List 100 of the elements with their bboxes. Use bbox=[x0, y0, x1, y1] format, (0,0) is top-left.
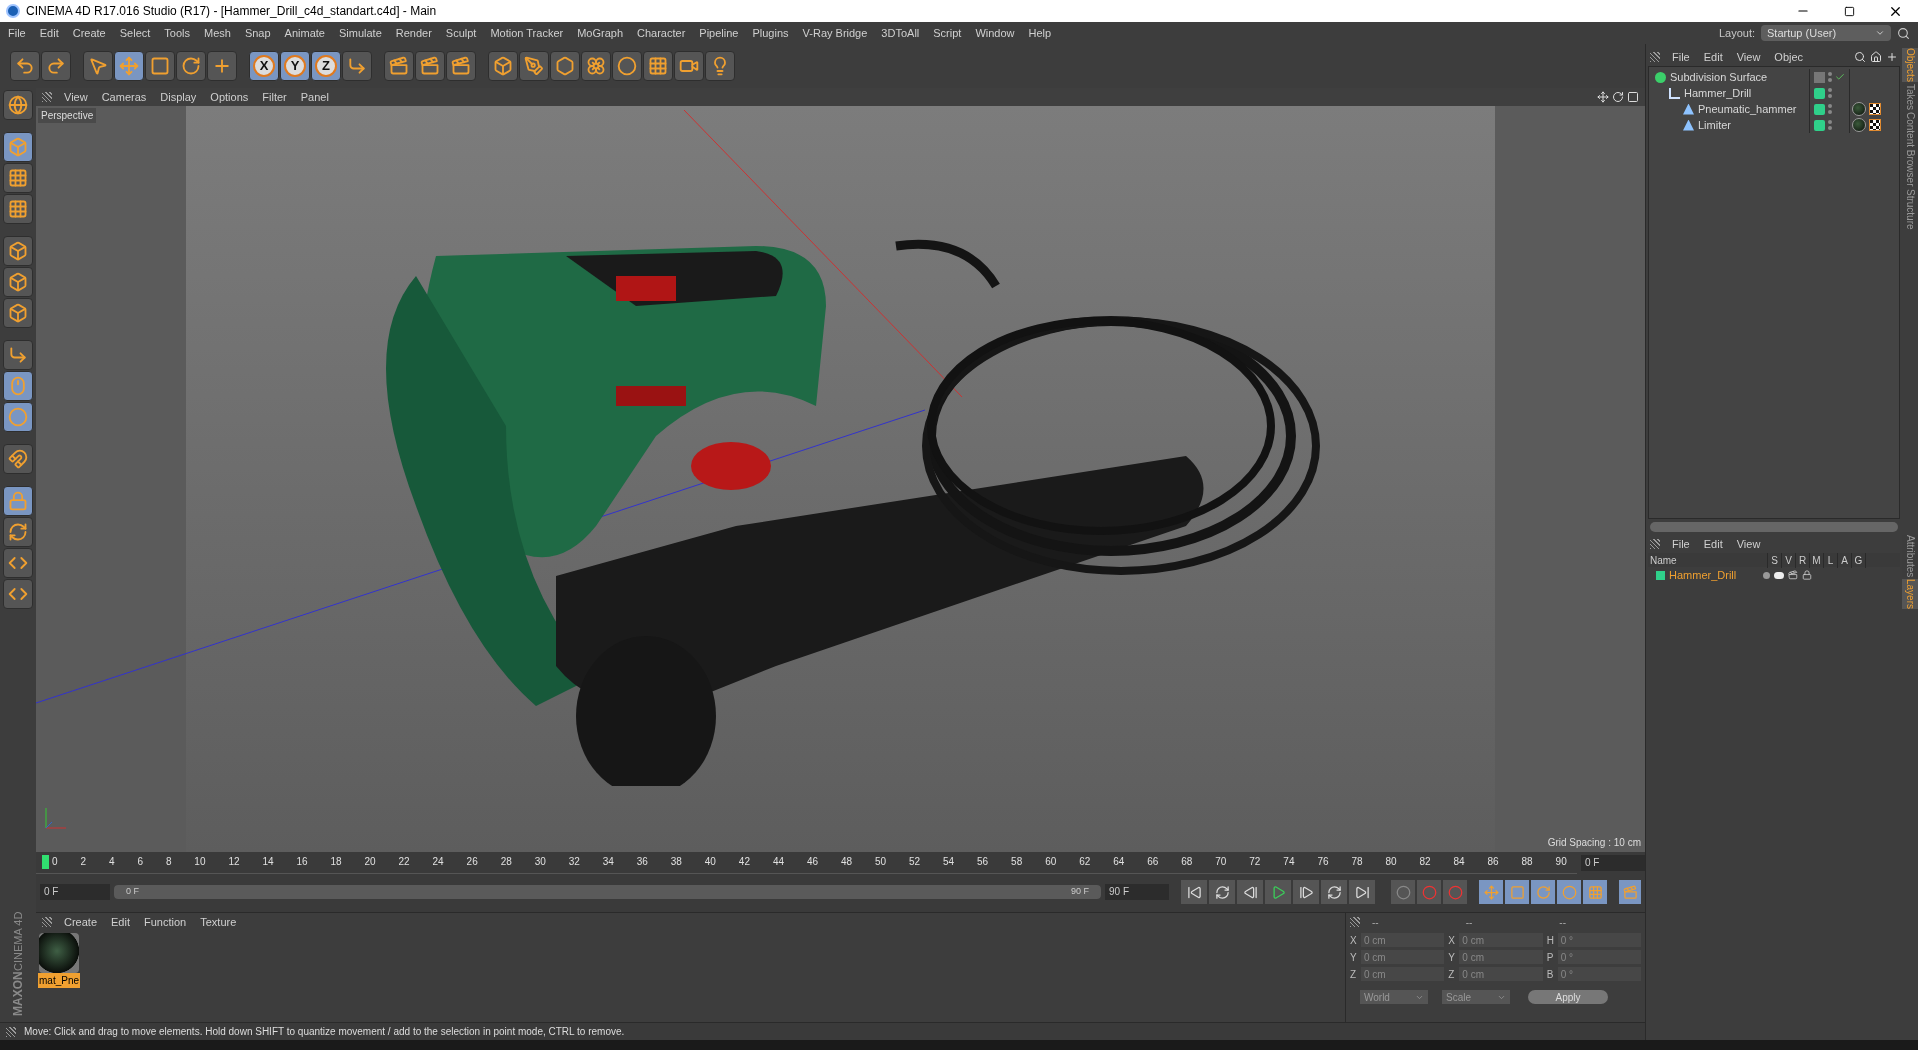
tool-button[interactable] bbox=[3, 236, 33, 266]
axis-lock-button[interactable]: Y bbox=[280, 51, 310, 81]
menu-item[interactable]: Filter bbox=[262, 88, 287, 106]
tool-button[interactable] bbox=[3, 579, 33, 609]
home-icon[interactable] bbox=[1870, 51, 1882, 63]
object-name[interactable]: Subdivision Surface bbox=[1670, 68, 1768, 86]
tool-button[interactable] bbox=[3, 90, 33, 120]
material-name[interactable]: mat_Pne bbox=[38, 973, 81, 988]
eye-icon[interactable] bbox=[1774, 571, 1784, 579]
layout-dropdown[interactable]: Startup (User) bbox=[1761, 25, 1891, 41]
menu-item[interactable]: File bbox=[1672, 535, 1690, 553]
menu-item[interactable]: View bbox=[1736, 48, 1761, 66]
panel-grip-icon[interactable] bbox=[42, 92, 52, 102]
material-preview[interactable] bbox=[39, 933, 79, 973]
column-header[interactable]: R bbox=[1796, 552, 1810, 568]
orbit-icon[interactable] bbox=[1612, 91, 1624, 103]
menu-item[interactable]: View bbox=[64, 88, 88, 106]
object-name[interactable]: Limiter bbox=[1698, 116, 1731, 134]
playback-button[interactable] bbox=[1181, 880, 1207, 904]
axis-lock-button[interactable]: Z bbox=[311, 51, 341, 81]
menu-item[interactable]: MoGraph bbox=[577, 24, 624, 42]
panel-grip-icon[interactable] bbox=[1650, 52, 1660, 62]
checker-tag-icon[interactable] bbox=[1869, 119, 1881, 131]
visibility-dots-icon[interactable] bbox=[1828, 72, 1832, 82]
tool-button[interactable] bbox=[3, 194, 33, 224]
tool-button[interactable] bbox=[550, 51, 580, 81]
menu-item[interactable]: Panel bbox=[300, 88, 329, 106]
column-header[interactable]: V bbox=[1782, 552, 1796, 568]
tool-button[interactable] bbox=[3, 402, 33, 432]
tool-button[interactable] bbox=[415, 51, 445, 81]
tool-button[interactable] bbox=[705, 51, 735, 81]
menu-item[interactable]: Render bbox=[395, 24, 432, 42]
menu-item[interactable]: Pipeline bbox=[699, 24, 739, 42]
tool-button[interactable] bbox=[3, 340, 33, 370]
tool-button[interactable] bbox=[3, 371, 33, 401]
column-header[interactable]: Name bbox=[1648, 552, 1768, 568]
panel-grip-icon[interactable] bbox=[1650, 539, 1660, 549]
tool-button[interactable] bbox=[643, 51, 673, 81]
menu-item[interactable]: Edit bbox=[1703, 48, 1723, 66]
render-clapper-icon[interactable] bbox=[1788, 570, 1798, 580]
check-icon[interactable] bbox=[1835, 72, 1845, 82]
tool-button[interactable] bbox=[342, 51, 372, 81]
menu-item[interactable]: File bbox=[1672, 48, 1690, 66]
layer-name[interactable]: Hammer_Drill bbox=[1669, 566, 1759, 584]
menu-item[interactable]: Mesh bbox=[204, 24, 231, 42]
menu-item[interactable]: Function bbox=[144, 913, 187, 931]
menu-item[interactable]: Plugins bbox=[752, 24, 789, 42]
playback-button[interactable] bbox=[1237, 880, 1263, 904]
menu-item[interactable]: Animate bbox=[284, 24, 325, 42]
playback-button[interactable] bbox=[1321, 880, 1347, 904]
start-frame-field[interactable]: 0 F bbox=[40, 884, 110, 900]
lock-icon[interactable] bbox=[1802, 570, 1812, 580]
menu-item[interactable]: Create bbox=[72, 24, 106, 42]
layer-swatch[interactable] bbox=[1814, 71, 1825, 83]
tool-button[interactable] bbox=[3, 267, 33, 297]
tool-button[interactable] bbox=[3, 298, 33, 328]
menu-item[interactable]: Simulate bbox=[338, 24, 382, 42]
menu-item[interactable]: Create bbox=[64, 913, 98, 931]
layer-color-swatch[interactable] bbox=[1814, 87, 1825, 99]
panel-grip-icon[interactable] bbox=[6, 1026, 16, 1037]
side-tab[interactable]: Layers bbox=[1902, 579, 1918, 610]
menu-item[interactable]: Motion Tracker bbox=[490, 24, 564, 42]
menu-item[interactable]: Edit bbox=[39, 24, 59, 42]
menu-item[interactable]: Select bbox=[119, 24, 151, 42]
menu-item[interactable]: Character bbox=[637, 24, 686, 42]
search-icon[interactable] bbox=[1854, 51, 1866, 63]
tool-button[interactable] bbox=[3, 163, 33, 193]
new-panel-icon[interactable] bbox=[1886, 51, 1898, 63]
side-tab[interactable]: Objects bbox=[1902, 48, 1918, 82]
menu-item[interactable]: Texture bbox=[200, 913, 237, 931]
layer-color-swatch[interactable] bbox=[1814, 103, 1825, 115]
visibility-dots-icon[interactable] bbox=[1828, 120, 1832, 130]
maximize-view-icon[interactable] bbox=[1627, 91, 1639, 103]
menu-item[interactable]: Help bbox=[1028, 24, 1052, 42]
tool-button[interactable] bbox=[488, 51, 518, 81]
tool-button[interactable] bbox=[612, 51, 642, 81]
viewport[interactable]: Perspective Grid Spacing : 10 cm bbox=[36, 106, 1645, 852]
menu-item[interactable]: Display bbox=[160, 88, 197, 106]
menu-item[interactable]: Script bbox=[933, 24, 962, 42]
menu-item[interactable]: Objec bbox=[1774, 48, 1804, 66]
menu-item[interactable]: Cameras bbox=[101, 88, 147, 106]
pan-icon[interactable] bbox=[1597, 91, 1609, 103]
tool-button[interactable] bbox=[114, 51, 144, 81]
visibility-dots-icon[interactable] bbox=[1828, 104, 1832, 114]
tool-button[interactable] bbox=[519, 51, 549, 81]
column-header[interactable]: M bbox=[1810, 552, 1824, 568]
tool-button[interactable] bbox=[674, 51, 704, 81]
menu-item[interactable]: Window bbox=[975, 24, 1015, 42]
menu-item[interactable]: 3DToAll bbox=[881, 24, 920, 42]
range-slider[interactable]: 0 F 90 F bbox=[114, 885, 1101, 899]
panel-grip-icon[interactable] bbox=[42, 917, 52, 927]
playback-button[interactable] bbox=[1349, 880, 1375, 904]
column-header[interactable]: S bbox=[1768, 552, 1782, 568]
menu-item[interactable]: Edit bbox=[111, 913, 130, 931]
checker-tag-icon[interactable] bbox=[1869, 103, 1881, 115]
search-icon[interactable] bbox=[1897, 26, 1910, 40]
menu-item[interactable]: V-Ray Bridge bbox=[802, 24, 868, 42]
axis-lock-button[interactable]: X bbox=[249, 51, 279, 81]
column-header[interactable]: L bbox=[1824, 552, 1838, 568]
tool-button[interactable] bbox=[83, 51, 113, 81]
